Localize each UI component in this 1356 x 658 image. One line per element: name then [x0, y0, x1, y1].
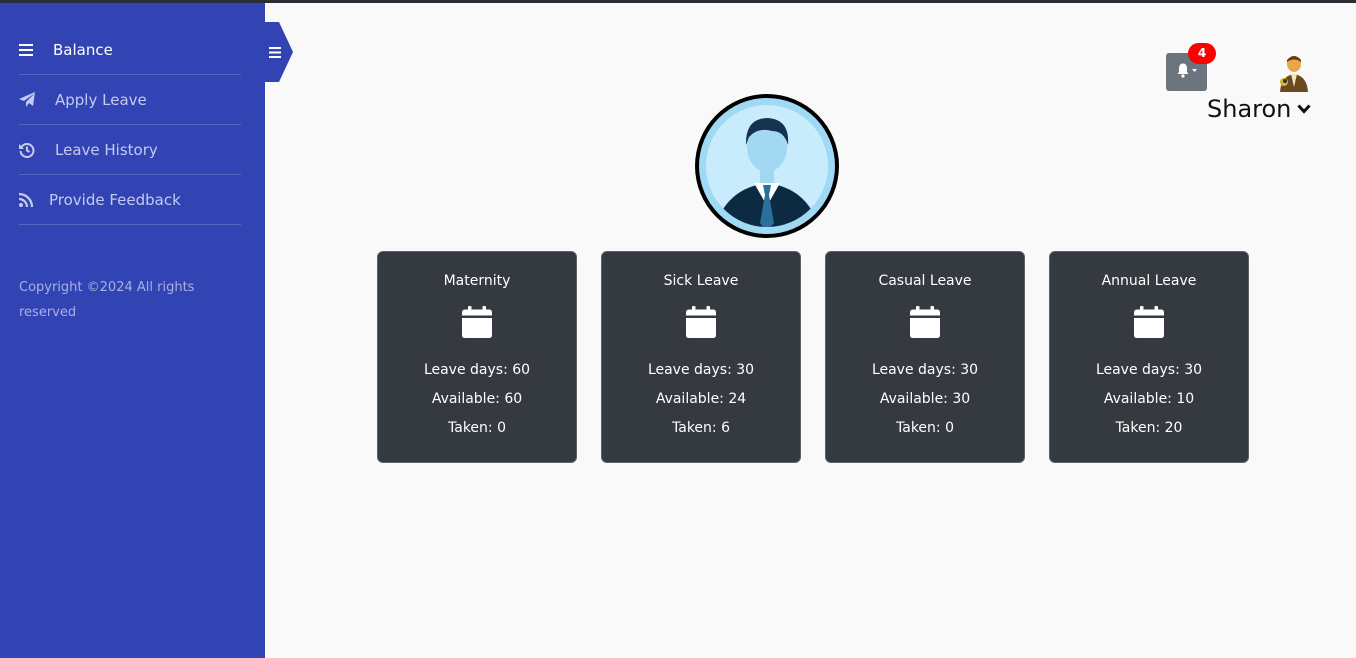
- leave-days-text: Leave days: 60: [423, 362, 531, 378]
- sidebar-item-provide-feedback[interactable]: Provide Feedback: [19, 175, 241, 225]
- sidebar-item-apply-leave[interactable]: Apply Leave: [19, 75, 241, 125]
- user-menu-dropdown[interactable]: Sharon: [1207, 95, 1311, 123]
- card-title: Annual Leave: [1101, 273, 1197, 289]
- available-text: Available: 60: [431, 391, 523, 407]
- history-icon: [19, 142, 55, 158]
- leave-days-text: Leave days: 30: [1095, 362, 1203, 378]
- bars-icon: [19, 43, 53, 56]
- sidebar-item-leave-history[interactable]: Leave History: [19, 125, 241, 175]
- card-title: Sick Leave: [663, 273, 739, 289]
- card-title: Casual Leave: [878, 273, 972, 289]
- sidebar-nav: Balance Apply Leave Leave History Provid…: [19, 25, 241, 225]
- copyright-text: Copyright ©2024 All rights reserved: [19, 280, 195, 320]
- sidebar-item-label: Provide Feedback: [49, 190, 181, 209]
- username-label: Sharon: [1207, 95, 1292, 123]
- notification-count-badge: 4: [1188, 43, 1216, 64]
- chevron-down-icon: [1297, 104, 1311, 114]
- top-border: [0, 0, 1356, 3]
- calendar-icon: [1050, 306, 1248, 342]
- leave-card-annual-leave: Annual Leave Leave days: 30 Available: 1…: [1049, 251, 1249, 463]
- taken-text: Taken: 20: [1115, 420, 1183, 436]
- sidebar-item-label: Leave History: [55, 140, 158, 159]
- available-text: Available: 10: [1103, 391, 1195, 407]
- menu-icon: [269, 43, 281, 62]
- card-title: Maternity: [443, 273, 511, 289]
- sidebar-item-label: Balance: [53, 40, 113, 59]
- calendar-icon: [378, 306, 576, 342]
- profile-avatar: [692, 91, 842, 245]
- available-text: Available: 30: [879, 391, 971, 407]
- taken-text: Taken: 0: [896, 420, 954, 436]
- user-avatar-icon[interactable]: [1276, 52, 1312, 96]
- leave-days-text: Leave days: 30: [871, 362, 979, 378]
- rss-icon: [19, 192, 49, 207]
- calendar-icon: [602, 306, 800, 342]
- leave-card-maternity: Maternity Leave days: 60 Available: 60 T…: [377, 251, 577, 463]
- leave-days-text: Leave days: 30: [647, 362, 755, 378]
- taken-text: Taken: 0: [448, 420, 506, 436]
- calendar-icon: [826, 306, 1024, 342]
- sidebar-item-label: Apply Leave: [55, 90, 147, 109]
- paper-plane-icon: [19, 91, 55, 108]
- bell-icon: [1176, 62, 1198, 82]
- taken-text: Taken: 6: [672, 420, 730, 436]
- available-text: Available: 24: [655, 391, 747, 407]
- sidebar-item-balance[interactable]: Balance: [19, 25, 241, 75]
- leave-balance-cards: Maternity Leave days: 60 Available: 60 T…: [377, 251, 1249, 463]
- sidebar-toggle-button[interactable]: [265, 22, 293, 82]
- sidebar: Balance Apply Leave Leave History Provid…: [0, 3, 265, 658]
- leave-card-sick-leave: Sick Leave Leave days: 30 Available: 24 …: [601, 251, 801, 463]
- leave-card-casual-leave: Casual Leave Leave days: 30 Available: 3…: [825, 251, 1025, 463]
